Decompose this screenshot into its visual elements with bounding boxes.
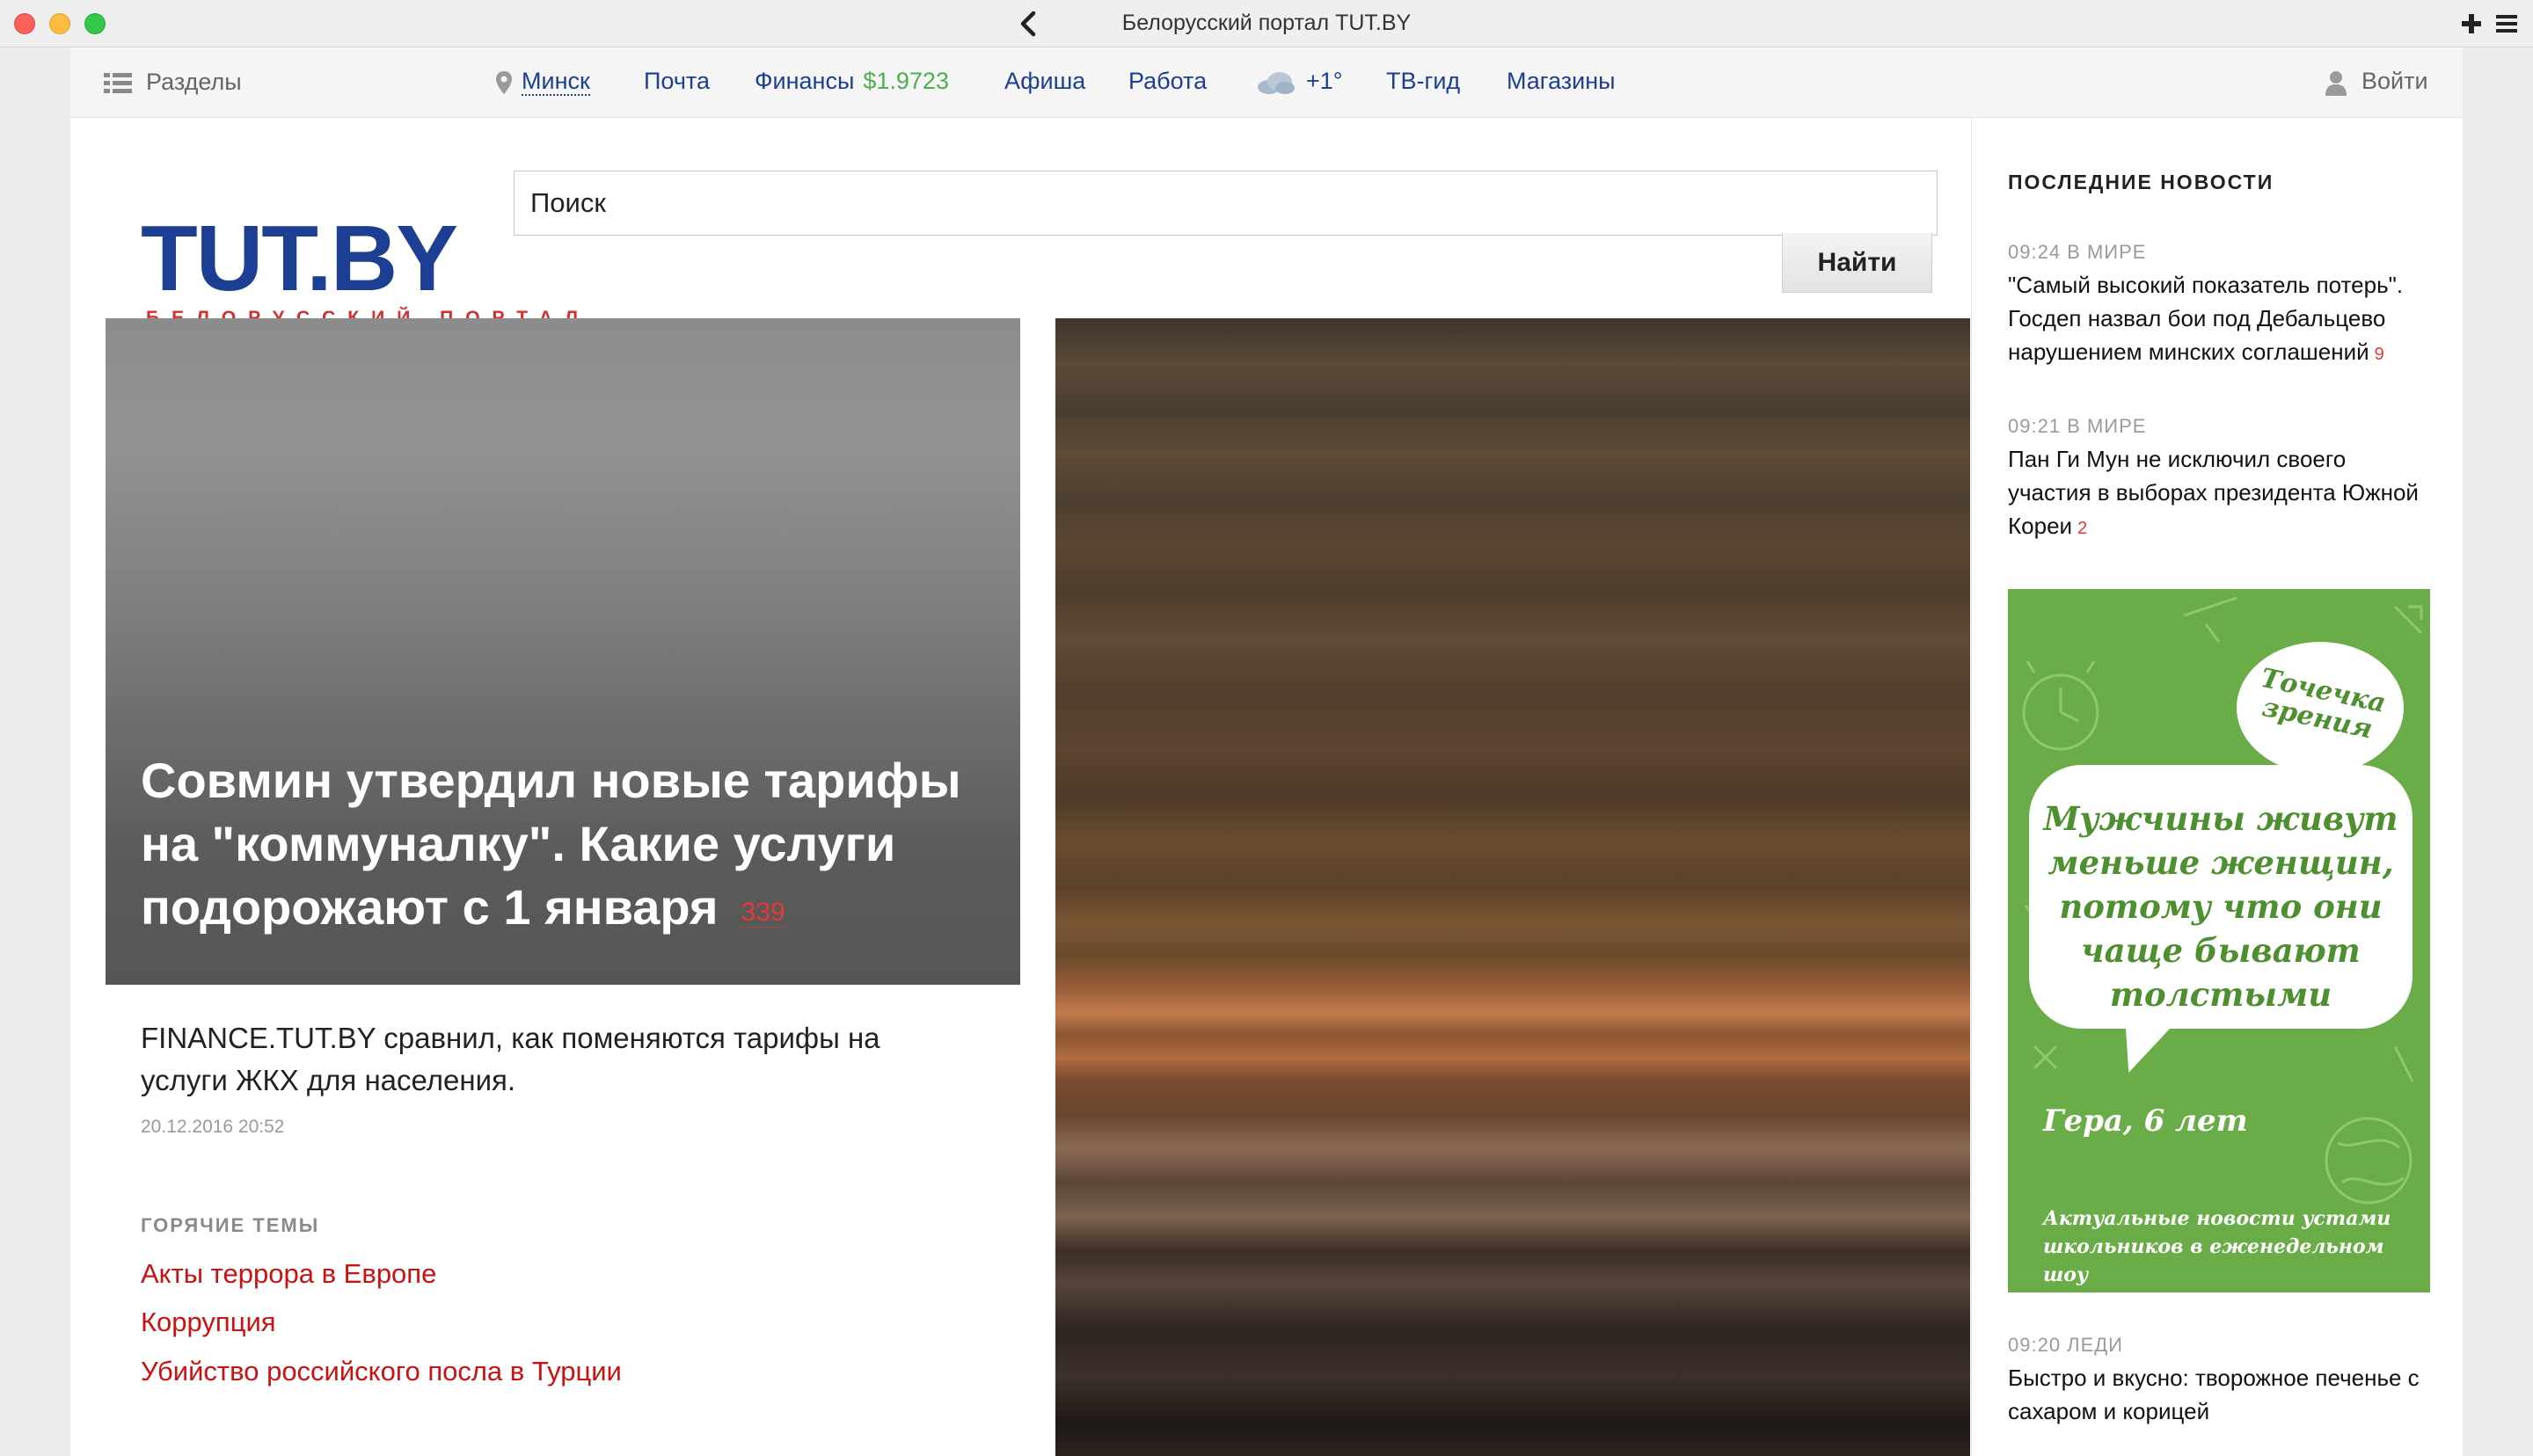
nav-sections-label: Разделы [146,69,242,95]
web-page: Разделы Минск Почта Финансы $1.9723 Афиша… [70,47,2463,1456]
main-story-headline[interactable]: Совмин утвердил новые тарифы на "коммуна… [141,749,985,944]
nav-shops[interactable]: Магазины [1507,68,1616,95]
login-link[interactable]: Войти [2325,68,2428,96]
search-button[interactable]: Найти [1782,233,1932,293]
search-box [514,171,1938,236]
news-item[interactable]: "Самый высокий показатель потерь". Госде… [2008,268,2430,371]
secondary-story-photo[interactable] [1055,318,1970,1456]
ad-badge-text: Точечка зрения [2258,662,2389,746]
hot-topic-link[interactable]: Коррупция [141,1307,276,1338]
plus-icon[interactable] [2458,9,2485,39]
window-title: Белорусский портал TUT.BY [1121,11,1412,35]
news-comments-count[interactable]: 2 [2077,519,2087,538]
ad-banner[interactable]: Точечка зрения Мужчины живут меньше женщ… [2008,589,2430,1292]
top-navbar: Разделы Минск Почта Финансы $1.9723 Афиша… [70,47,2463,118]
main-story-title: Совмин утвердил новые тарифы на "коммуна… [141,753,961,935]
nav-sections[interactable]: Разделы [104,69,242,96]
news-item[interactable]: Быстро и вкусно: творожное печенье с сах… [2008,1361,2430,1431]
news-headline: Пан Ги Мун не исключил своего участия в … [2008,446,2419,539]
news-meta: 09:24 В МИРЕ [2008,241,2147,263]
nav-finance-label: Финансы [755,68,855,94]
location-pin-icon [496,70,512,94]
sections-list-icon [104,72,132,93]
news-headline: Быстро и вкусно: творожное печенье с сах… [2008,1365,2420,1424]
ad-badge: Точечка зрения [2237,642,2404,774]
login-label: Войти [2361,68,2428,94]
column-divider [1971,118,1972,1456]
comments-count[interactable]: 339 [741,898,785,928]
nav-city[interactable]: Минск [495,68,590,96]
hot-topics-heading: ГОРЯЧИЕ ТЕМЫ [141,1214,320,1236]
nav-finance[interactable]: Финансы $1.9723 [755,68,949,95]
news-headline: "Самый высокий показатель потерь". Госде… [2008,272,2404,365]
nav-weather[interactable]: +1° [1255,68,1343,96]
nav-work[interactable]: Работа [1128,68,1207,95]
currency-rate: $1.9723 [863,68,949,94]
menu-icon[interactable] [2493,11,2521,37]
hot-topic-link[interactable]: Убийство российского посла в Турции [141,1356,622,1387]
latest-news-heading: ПОСЛЕДНИЕ НОВОСТИ [2008,171,2274,193]
news-item[interactable]: Пан Ги Мун не исключил своего участия в … [2008,442,2430,545]
window-left-gutter [0,47,70,1456]
user-icon [2325,70,2347,96]
ad-quote: Мужчины живут меньше женщин, потому что … [2043,799,2398,1014]
weather-temperature: +1° [1306,68,1343,94]
ad-author: Гера, 6 лет [2043,1103,2248,1139]
nav-tv-guide[interactable]: ТВ-гид [1386,68,1460,95]
nav-city-label: Минск [522,68,590,96]
main-story-date: 20.12.2016 20:52 [141,1117,285,1137]
window-titlebar: Белорусский портал TUT.BY [0,0,2533,47]
news-meta: 09:20 ЛЕДИ [2008,1334,2123,1356]
window-right-gutter [2463,47,2533,1456]
search-input[interactable] [515,171,1937,235]
nav-afisha[interactable]: Афиша [1004,68,1085,95]
cloud-weather-icon [1258,71,1295,94]
news-comments-count[interactable]: 9 [2375,345,2384,364]
ad-caption: Актуальные новости устами школьников в е… [2043,1207,2391,1286]
hot-topic-link[interactable]: Акты террора в Европе [141,1258,436,1290]
main-story-lead[interactable]: FINANCE.TUT.BY сравнил, как поменяются т… [141,1017,950,1102]
nav-mail[interactable]: Почта [644,68,710,95]
logo-wordmark: TUT.BY [141,207,458,310]
main-story-image[interactable]: Совмин утвердил новые тарифы на "коммуна… [106,318,1020,985]
news-meta: 09:21 В МИРЕ [2008,415,2147,437]
